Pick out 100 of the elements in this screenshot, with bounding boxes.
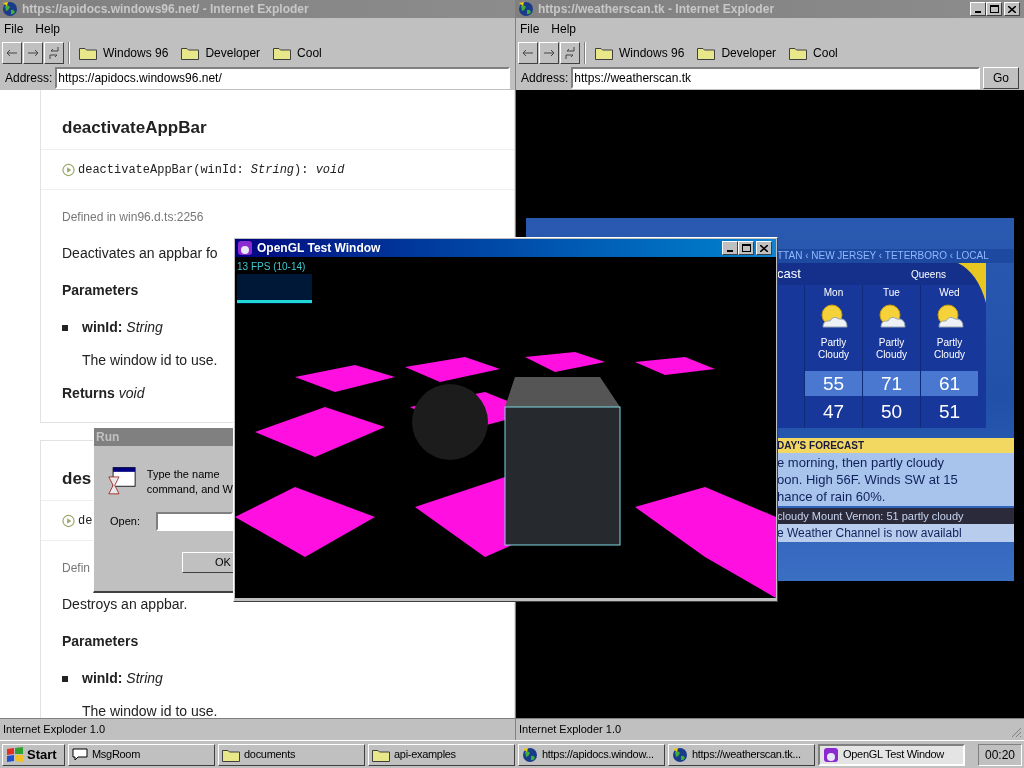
refresh-button[interactable] xyxy=(44,42,64,64)
bookmark-folder[interactable]: Windows 96 xyxy=(595,44,685,62)
refresh-button[interactable] xyxy=(560,42,580,64)
bookmark-folder[interactable]: Developer xyxy=(181,44,261,62)
condition-text: Partly Cloudy xyxy=(932,336,967,362)
taskbar-button[interactable]: documents xyxy=(218,743,365,766)
folder-icon xyxy=(222,747,240,762)
close-button[interactable] xyxy=(756,241,772,255)
prompt-text: Type the name xyxy=(146,467,221,482)
corner-stripe-icon xyxy=(958,263,986,303)
maximize-button[interactable] xyxy=(738,241,754,255)
condition-text: Partly Cloudy xyxy=(816,336,851,362)
folder-icon xyxy=(273,46,292,60)
maximize-icon xyxy=(989,5,999,13)
app-icon xyxy=(237,240,253,256)
maximize-button[interactable] xyxy=(986,2,1002,16)
parameter-description: The window id to use. xyxy=(82,702,218,718)
method-signature: deactivateAppBar(winId: String): void xyxy=(78,161,345,179)
parameters-heading: Parameters xyxy=(62,281,139,300)
play-icon xyxy=(62,162,75,177)
back-button[interactable] xyxy=(2,42,22,64)
taskbar-button[interactable]: https://weatherscan.tk... xyxy=(668,743,815,766)
fps-graph-icon xyxy=(237,274,312,304)
high-temperature: 61 xyxy=(921,371,978,396)
bookmark-folder[interactable]: Cool xyxy=(273,44,322,62)
method-signature: de xyxy=(78,512,93,530)
forecast-title: cast xyxy=(777,265,801,284)
go-button[interactable]: Go xyxy=(983,67,1019,89)
fps-counter: 13 FPS (10-14) xyxy=(237,260,306,274)
condition-text: Partly Cloudy xyxy=(874,336,909,362)
bookmark-folder[interactable]: Cool xyxy=(789,44,838,62)
location-name: Queens xyxy=(910,267,946,282)
folder-icon xyxy=(697,46,716,60)
weather-crawl: cloudy Mount Vernon: 51 partly cloudy xyxy=(777,508,1014,524)
menu-item[interactable]: Help xyxy=(35,20,61,38)
parameter-name: winId: String xyxy=(82,318,163,337)
window-title: https://weatherscan.tk - Internet Exploder xyxy=(538,1,776,18)
globe-icon xyxy=(522,746,538,763)
minimize-icon xyxy=(727,250,733,252)
low-temperature: 47 xyxy=(821,400,846,424)
parameters-heading: Parameters xyxy=(62,632,139,651)
globe-icon xyxy=(2,1,18,17)
refresh-icon xyxy=(48,46,60,60)
back-button[interactable] xyxy=(518,42,538,64)
menu-item[interactable]: File xyxy=(520,20,540,38)
chat-icon xyxy=(72,747,88,762)
resize-grip-icon xyxy=(1010,726,1022,738)
forecast-text: hance of rain 60%. xyxy=(777,488,887,505)
returns-text: Returns void xyxy=(62,384,145,403)
globe-icon xyxy=(518,1,534,17)
close-icon xyxy=(1008,5,1016,13)
bullet-icon xyxy=(62,324,68,331)
open-label: Open: xyxy=(110,514,140,530)
menu-item[interactable]: File xyxy=(4,20,24,38)
status-text: Internet Exploder 1.0 xyxy=(3,722,106,738)
taskbar-button[interactable]: https://apidocs.window... xyxy=(518,743,665,766)
forecast-text: e morning, then partly cloudy xyxy=(777,454,945,471)
source-reference: Defin xyxy=(62,559,90,577)
menu-item[interactable]: Help xyxy=(551,20,577,38)
window-title: https://apidocs.windows96.net/ - Internet Exploder xyxy=(22,1,310,18)
start-button[interactable]: Start xyxy=(2,743,65,766)
bullet-icon xyxy=(62,675,68,682)
day-label: Wed xyxy=(939,286,960,300)
ok-button[interactable]: OK xyxy=(182,552,233,573)
play-icon xyxy=(62,513,75,528)
day-label: Tue xyxy=(883,286,900,300)
notice-crawl: e Weather Channel is now availabl xyxy=(777,524,1014,542)
address-field[interactable]: https://apidocs.windows96.net/ xyxy=(55,67,510,89)
close-icon xyxy=(760,244,768,252)
prompt-text: command, and W xyxy=(146,482,233,497)
section-heading: des xyxy=(62,469,92,488)
high-temperature: 55 xyxy=(805,371,862,396)
description-text: Deactivates an appbar fo xyxy=(62,244,218,263)
high-temperature: 71 xyxy=(863,371,920,396)
low-temperature: 51 xyxy=(937,400,962,424)
folder-icon xyxy=(79,46,97,60)
window-title: OpenGL Test Window xyxy=(257,240,382,257)
bookmark-folder[interactable]: Windows 96 xyxy=(79,44,169,62)
forward-button[interactable] xyxy=(23,42,43,64)
taskbar-button[interactable]: api-examples xyxy=(368,743,515,766)
minimize-button[interactable] xyxy=(722,241,738,255)
address-field[interactable]: https://weatherscan.tk xyxy=(571,67,980,89)
app-icon xyxy=(823,746,839,763)
folder-icon xyxy=(595,46,613,60)
close-button[interactable] xyxy=(1004,2,1020,16)
bookmark-folder[interactable]: Developer xyxy=(697,44,777,62)
open-field[interactable] xyxy=(155,512,233,531)
source-reference: Defined in win96.d.ts:2256 xyxy=(62,208,204,226)
taskbar-button[interactable]: OpenGL Test Window xyxy=(818,743,965,766)
taskbar-button[interactable]: MsgRoom xyxy=(68,743,215,766)
address-label: Address: xyxy=(521,70,569,87)
low-temperature: 50 xyxy=(879,400,904,424)
minimize-button[interactable] xyxy=(970,2,986,16)
folder-icon xyxy=(372,747,390,762)
status-text: Internet Exploder 1.0 xyxy=(519,722,622,738)
forward-button[interactable] xyxy=(539,42,559,64)
day-label: Mon xyxy=(823,286,844,300)
windows-flag-icon xyxy=(6,746,24,763)
parameter-description: The window id to use. xyxy=(82,351,218,370)
minimize-icon xyxy=(975,11,981,13)
